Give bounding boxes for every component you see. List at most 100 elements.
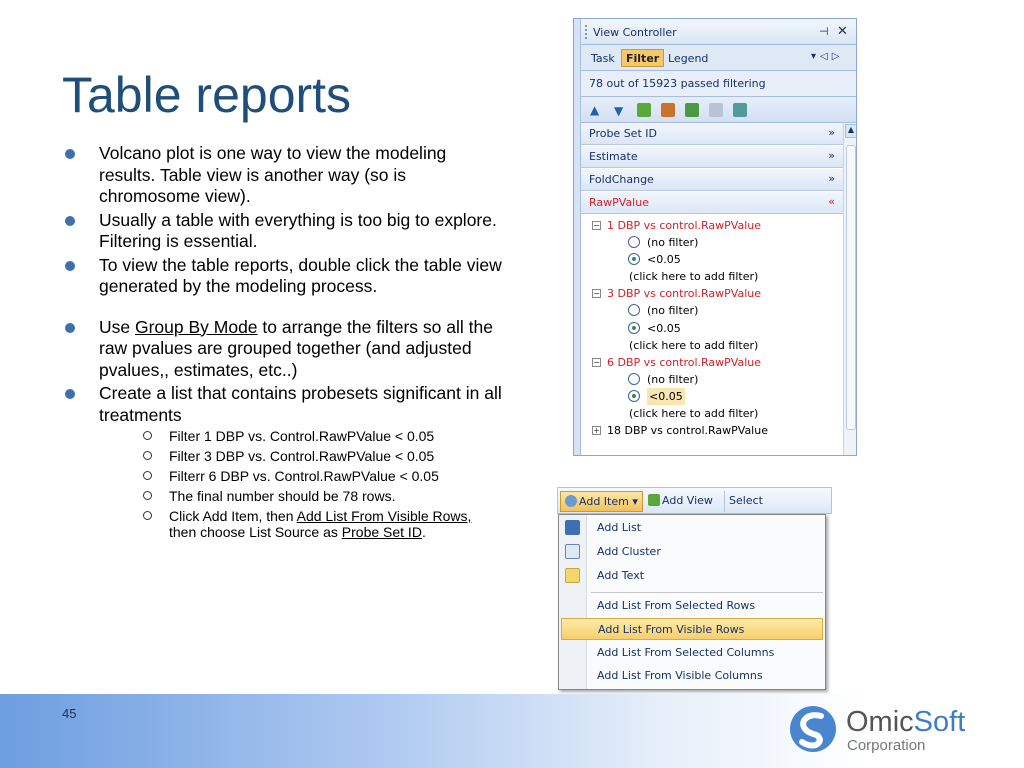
menu-item-add-list[interactable]: Add List [561, 517, 823, 539]
tree-add-filter[interactable]: (click here to add filter) [581, 405, 843, 422]
section-label: FoldChange [589, 173, 654, 186]
tree-group-label: 6 DBP vs control.RawPValue [607, 355, 761, 369]
section-foldchange[interactable]: FoldChange » [581, 169, 843, 191]
logo-name: OmicSoft [846, 706, 965, 739]
bullet-dot-icon [65, 215, 75, 226]
logo-name-omic: Omic [846, 706, 914, 738]
radio-button[interactable] [628, 236, 640, 249]
collapse-icon[interactable]: − [592, 289, 601, 299]
logo-name-soft: Soft [913, 706, 966, 738]
radio-button-selected[interactable] [628, 253, 640, 266]
menu-item-add-list-selected-rows[interactable]: Add List From Selected Rows [561, 595, 823, 617]
scroll-thumb[interactable] [846, 145, 856, 430]
chevron-up-icon[interactable]: « [828, 195, 835, 208]
pin-icon[interactable]: ⊣ [819, 25, 829, 38]
menu-item-add-list-visible-rows[interactable]: Add List From Visible Rows [561, 618, 823, 640]
panel-scrollbar[interactable]: ▲ [843, 123, 856, 455]
menu-separator [591, 592, 823, 593]
tree-option[interactable]: (no filter) [581, 302, 843, 319]
bullet-text: Create a list that contains probesets si… [99, 383, 502, 425]
add-view-icon [648, 494, 660, 506]
add-item-button[interactable]: Add Item ▾ [560, 491, 643, 512]
group-by-mode-link[interactable]: Group By Mode [135, 317, 258, 337]
sub-bullet-circle-icon [143, 431, 152, 440]
section-label: Estimate [589, 150, 638, 163]
select-button[interactable]: Select [724, 491, 767, 512]
add-item-label: Add Item [579, 495, 629, 508]
filter-add-icon[interactable] [637, 103, 651, 117]
collapse-icon[interactable]: − [592, 357, 601, 367]
section-estimate[interactable]: Estimate » [581, 146, 843, 168]
tab-scroll-icon[interactable]: ▾◁▷ [811, 51, 843, 62]
filter-disabled-icon [709, 103, 723, 117]
bullet-item: Usually a table with everything is too b… [62, 210, 502, 253]
tab-legend[interactable]: Legend [664, 50, 712, 68]
menu-item-add-list-visible-columns[interactable]: Add List From Visible Columns [561, 665, 823, 687]
tree-option-label: (no filter) [647, 236, 699, 250]
sub-bullet-item: Filter 3 DBP vs. Control.RawPValue < 0.0… [143, 448, 502, 464]
menu-item-add-list-selected-columns[interactable]: Add List From Selected Columns [561, 642, 823, 664]
text-note-icon [565, 568, 580, 583]
add-view-button[interactable]: Add View [644, 491, 717, 512]
view-controller-panel: View Controller ⊣ ✕ Task Filter Legend ▾… [573, 18, 857, 456]
sub-bullet-text: . [421, 524, 426, 540]
add-filter-label: (click here to add filter) [629, 270, 759, 284]
grip-icon[interactable] [585, 25, 587, 39]
tree-group[interactable]: +18 DBP vs control.RawPValue [581, 422, 843, 439]
filter-remove-icon[interactable] [661, 103, 675, 117]
cluster-icon [565, 544, 580, 559]
sub-bullet-circle-icon [143, 491, 152, 500]
tree-option-label: (no filter) [647, 304, 699, 318]
section-rawpvalue[interactable]: RawPValue « [581, 192, 843, 214]
add-list-visible-rows-link[interactable]: Add List From Visible Rows, [297, 508, 472, 524]
expand-icon[interactable]: + [592, 426, 601, 436]
filter-apply-icon[interactable] [685, 103, 699, 117]
section-label: Probe Set ID [589, 127, 657, 140]
radio-button[interactable] [628, 304, 640, 317]
radio-button-selected[interactable] [628, 321, 640, 334]
section-probe-set-id[interactable]: Probe Set ID » [581, 123, 843, 145]
bullet-text: Usually a table with everything is too b… [99, 209, 497, 252]
radio-button-selected[interactable] [628, 389, 640, 402]
bullet-item: Create a list that contains probesets si… [62, 383, 502, 426]
chevron-down-icon[interactable]: » [828, 149, 835, 162]
bullet-text: Use [99, 316, 135, 337]
tab-task[interactable]: Task [587, 50, 619, 68]
tree-group[interactable]: −6 DBP vs control.RawPValue [581, 354, 843, 371]
tree-option[interactable]: (no filter) [581, 234, 843, 251]
panel-left-strip [574, 19, 581, 455]
tree-group[interactable]: −1 DBP vs control.RawPValue [581, 217, 843, 234]
scroll-up-icon[interactable]: ▲ [845, 124, 856, 138]
close-icon[interactable]: ✕ [837, 24, 848, 39]
collapse-icon[interactable]: − [592, 221, 601, 230]
tab-filter[interactable]: Filter [621, 49, 665, 67]
tree-option[interactable]: <0.05 [581, 320, 843, 337]
chevron-down-icon[interactable]: » [828, 126, 835, 139]
tree-option[interactable]: <0.05 [581, 251, 843, 268]
filter-status: 78 out of 15923 passed filtering [581, 71, 856, 97]
bullet-dot-icon [65, 389, 75, 399]
bullet-item: Use Group By Mode to arrange the filters… [62, 317, 502, 382]
bullet-item: Volcano plot is one way to view the mode… [62, 143, 502, 208]
menu-item-add-cluster[interactable]: Add Cluster [561, 541, 823, 563]
bullet-text: Volcano plot is one way to view the mode… [99, 143, 447, 206]
tree-option[interactable]: (no filter) [581, 371, 843, 388]
tree-option[interactable]: <0.05 [581, 387, 843, 406]
tree-add-filter[interactable]: (click here to add filter) [581, 337, 843, 354]
bullet-dot-icon [65, 322, 75, 333]
radio-button[interactable] [628, 372, 640, 385]
add-filter-label: (click here to add filter) [629, 338, 759, 352]
tree-option-label: <0.05 [647, 387, 685, 406]
tree-group[interactable]: −3 DBP vs control.RawPValue [581, 285, 843, 302]
move-up-icon[interactable]: ▲ [590, 103, 599, 117]
section-label: RawPValue [589, 196, 649, 209]
chevron-down-icon[interactable]: » [828, 172, 835, 185]
sub-bullet-text: Filter 3 DBP vs. Control.RawPValue < 0.0… [169, 448, 435, 464]
menu-item-add-text[interactable]: Add Text [561, 565, 823, 587]
probe-set-id-link[interactable]: Probe Set ID [342, 524, 422, 540]
menu-item-label: Add List From Selected Rows [597, 599, 756, 612]
tree-add-filter[interactable]: (click here to add filter) [581, 268, 843, 285]
filter-options-icon[interactable] [733, 103, 747, 117]
move-down-icon[interactable]: ▼ [614, 104, 623, 118]
add-view-label: Add View [662, 494, 713, 507]
